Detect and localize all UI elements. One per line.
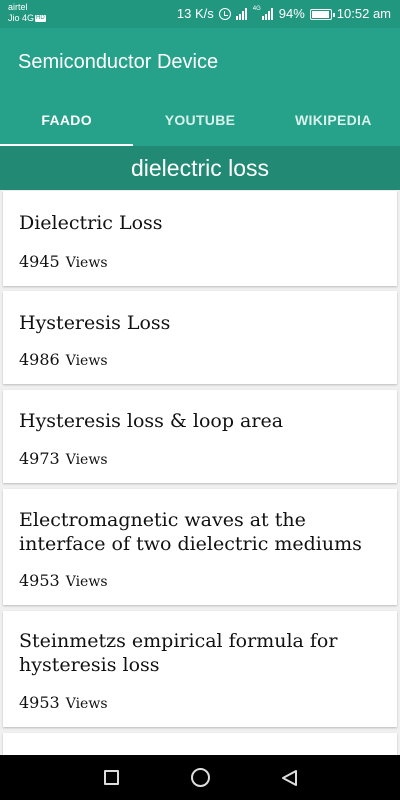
item-views: 4953 Views bbox=[19, 693, 108, 712]
list-item[interactable]: Steinmetzs empirical formula for hystere… bbox=[3, 611, 397, 727]
battery-icon bbox=[309, 8, 335, 20]
item-views: 4945 Views bbox=[19, 252, 108, 271]
carrier-name-2: Jio 4G HD bbox=[8, 13, 46, 23]
home-button[interactable] bbox=[170, 755, 230, 800]
system-nav-bar bbox=[0, 755, 400, 800]
item-title: Dielectric Loss bbox=[19, 212, 163, 234]
app-bar: Semiconductor Device bbox=[0, 28, 400, 94]
tab-wikipedia[interactable]: WIKIPEDIA bbox=[267, 94, 400, 146]
battery-percent: 94% bbox=[278, 6, 305, 21]
list-item[interactable]: Electromagnetic waves at the interface o… bbox=[3, 489, 397, 605]
list-item[interactable]: Hysteresis Loss 4986 Views bbox=[3, 291, 397, 384]
status-indicators: 13 K/s 4G 94% 10:52 am bbox=[172, 6, 391, 22]
hd-badge: HD bbox=[35, 15, 46, 23]
app-title: Semiconductor Device bbox=[18, 51, 219, 73]
home-circle-icon bbox=[191, 768, 210, 787]
carrier-info: airtel Jio 4G HD bbox=[8, 2, 46, 24]
tab-label: WIKIPEDIA bbox=[295, 112, 372, 128]
item-views: 4953 Views bbox=[19, 571, 108, 590]
tab-label: YOUTUBE bbox=[164, 112, 236, 128]
list-item[interactable]: Dielectric Loss 4945 Views bbox=[3, 191, 397, 286]
item-views: 4986 Views bbox=[19, 350, 108, 369]
item-title: Steinmetzs empirical formula for hystere… bbox=[19, 630, 338, 676]
tab-label: FAADO bbox=[41, 112, 92, 128]
signal-icon bbox=[235, 8, 248, 20]
results-list[interactable]: Dielectric Loss 4945 Views Hysteresis Los… bbox=[0, 190, 400, 755]
signal-icon bbox=[261, 8, 274, 20]
carrier-name-1: airtel bbox=[8, 2, 28, 12]
net-speed: 13 K/s bbox=[176, 6, 214, 21]
back-triangle-icon bbox=[282, 770, 297, 786]
tab-faado[interactable]: FAADO bbox=[0, 94, 134, 146]
item-views: 4973 Views bbox=[19, 449, 108, 468]
recents-button[interactable] bbox=[81, 755, 141, 800]
item-title: Hysteresis loss & loop area bbox=[19, 410, 284, 432]
search-query-header: dielectric loss bbox=[0, 146, 400, 190]
battery-fill bbox=[311, 10, 329, 18]
back-button[interactable] bbox=[259, 755, 319, 800]
tab-youtube[interactable]: YOUTUBE bbox=[133, 94, 266, 146]
recents-square-icon bbox=[104, 770, 119, 785]
list-item-partial[interactable] bbox=[3, 733, 397, 755]
status-bar: airtel Jio 4G HD 13 K/s 4G 94% 10:52 am bbox=[0, 0, 400, 28]
clock: 10:52 am bbox=[336, 6, 391, 21]
item-title: Electromagnetic waves at the interface o… bbox=[19, 509, 362, 555]
tab-bar: FAADO YOUTUBE WIKIPEDIA bbox=[0, 94, 400, 146]
item-title: Hysteresis Loss bbox=[19, 312, 171, 334]
alarm-icon bbox=[218, 8, 231, 20]
list-item[interactable]: Hysteresis loss & loop area 4973 Views bbox=[3, 390, 397, 483]
network-type: 4G bbox=[252, 6, 261, 12]
